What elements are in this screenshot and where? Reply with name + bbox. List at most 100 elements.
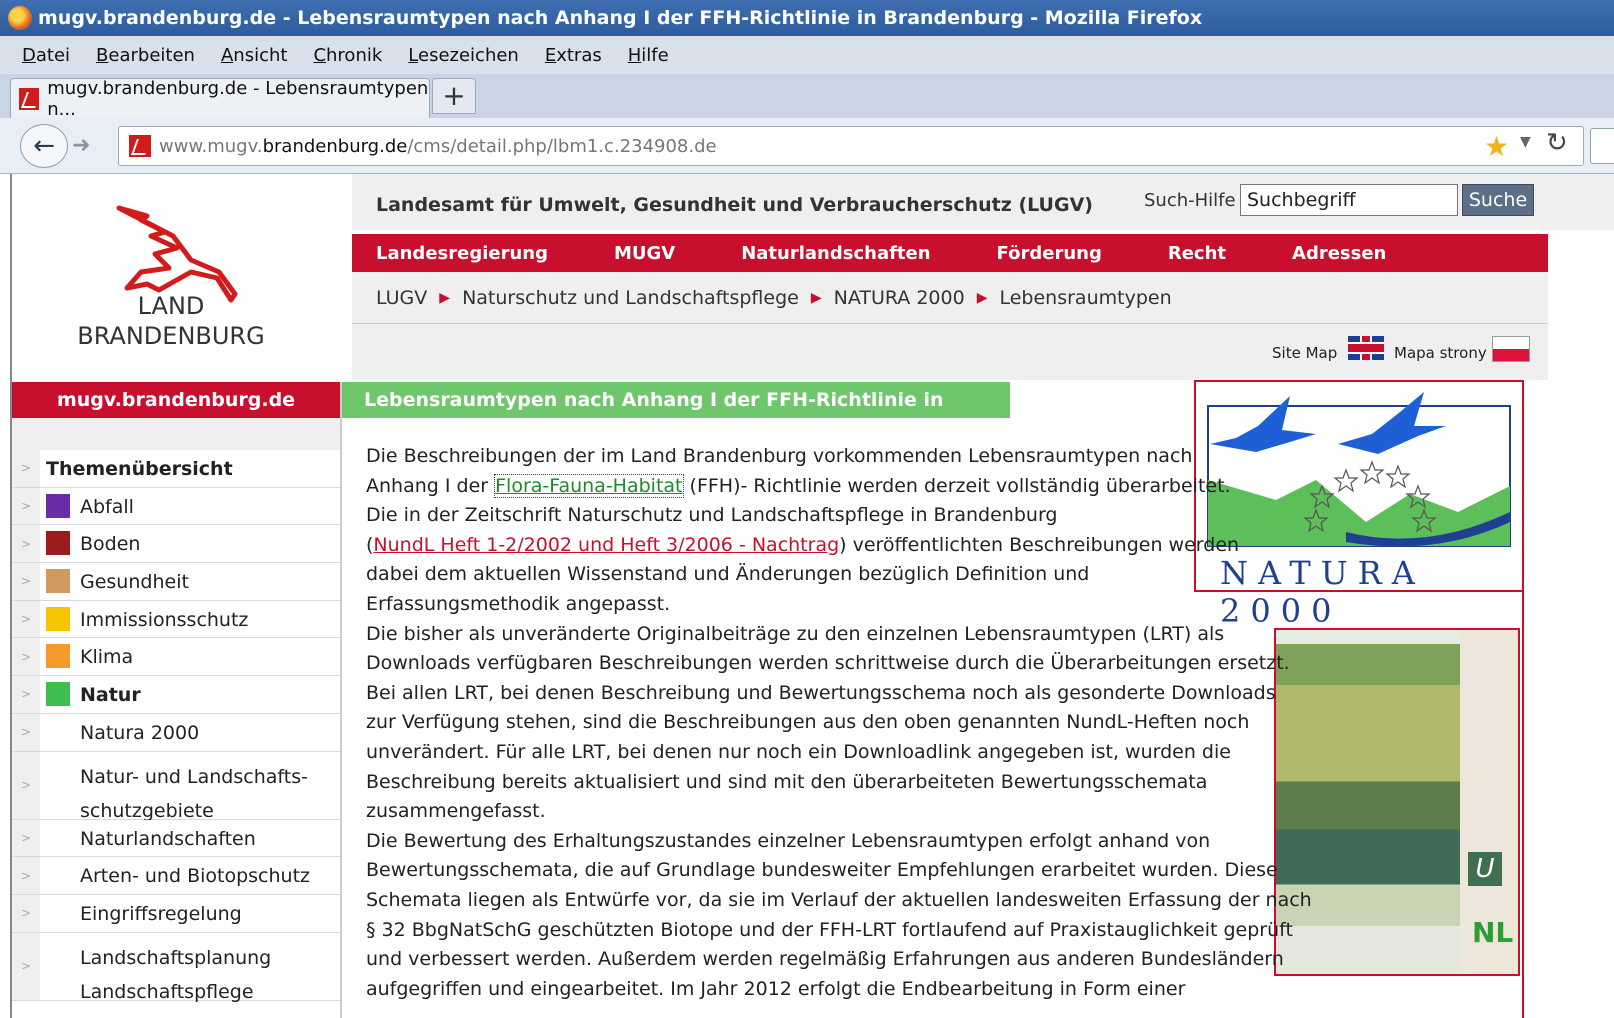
sidebar-item-abfall[interactable]: > Abfall (12, 487, 340, 526)
sidebar-item-naturlandschaften[interactable]: > Naturlandschaften (12, 819, 340, 858)
sidebar-header[interactable]: mugv.brandenburg.de (12, 382, 340, 418)
sidebar-item-label: Natur- und Landschafts-schutzgebiete (80, 760, 308, 828)
nav-adressen[interactable]: Adressen (1292, 243, 1386, 264)
sidebar-nav: > Themenübersicht > Abfall > Boden > Ges… (12, 450, 340, 1003)
mapa-strony-link[interactable]: Mapa strony (1394, 344, 1487, 362)
site-map-link[interactable]: Site Map (1272, 344, 1337, 362)
color-swatch (46, 569, 70, 594)
sidebar-item-label: Arten- und Biotopschutz (80, 865, 310, 888)
search-help-link[interactable]: Such-Hilfe (1144, 190, 1236, 211)
menu-chronik[interactable]: Chronik (313, 45, 382, 66)
logo-text-brandenburg: BRANDENBURG (77, 322, 265, 350)
menu-bar: Datei Bearbeiten Ansicht Chronik Lesezei… (0, 36, 1614, 74)
search-button[interactable]: Suche (1462, 184, 1534, 216)
chevron-right-icon: > (12, 638, 40, 676)
chevron-right-icon: > (12, 894, 40, 932)
sidebar-item-natura-2000[interactable]: > Natura 2000 (12, 713, 340, 752)
text-line: Die in der Zeitschrift Naturschutz und L… (366, 504, 1058, 527)
text-line: zur Verfügung stehen, sind die Beschreib… (366, 711, 1250, 734)
sidebar-item-label: Gesundheit (80, 571, 189, 594)
sidebar-item-label: Natura 2000 (80, 721, 200, 744)
nav-mugv[interactable]: MUGV (614, 243, 675, 264)
text-line: Bewertungsschemata, die auf Grundlage bu… (366, 859, 1278, 882)
nav-naturlandschaften[interactable]: Naturlandschaften (741, 243, 930, 264)
history-dropdown-icon[interactable]: ▼ (1520, 134, 1531, 150)
sidebar-item-immissionsschutz[interactable]: > Immissionsschutz (12, 600, 340, 639)
nav-landesregierung[interactable]: Landesregierung (376, 243, 548, 264)
chevron-right-icon: > (12, 600, 40, 638)
menu-hilfe[interactable]: Hilfe (628, 45, 669, 66)
breadcrumb-natura2000[interactable]: NATURA 2000 (834, 287, 965, 309)
sidebar-item-klima[interactable]: > Klima (12, 638, 340, 677)
main-navigation: Landesregierung MUGV Naturlandschaften F… (352, 234, 1548, 272)
ffh-link[interactable]: Flora-Fauna-Habitat (494, 473, 684, 498)
sidebar-item-eingriffsregelung[interactable]: > Eingriffsregelung (12, 894, 340, 933)
text-line: unverändert. Für alle LRT, bei denen nur… (366, 740, 1231, 763)
page-title: Lebensraumtypen nach Anhang I der FFH-Ri… (342, 382, 1010, 447)
sidebar-item-landschaftsplanung[interactable]: > Landschaftsplanung Landschaftspflege (12, 932, 340, 1003)
label-line: Natur- und Landschafts- (80, 765, 308, 788)
label-line: Landschaftspflege (80, 980, 254, 1003)
text-line: Die Bewertung des Erhaltungszustandes ei… (366, 829, 1211, 852)
text-line: Downloads verfügbaren Beschreibungen wer… (366, 652, 1290, 675)
color-swatch (46, 531, 70, 556)
sidebar-item-schutzgebiete[interactable]: > Natur- und Landschafts-schutzgebiete (12, 751, 340, 822)
breadcrumb-naturschutz[interactable]: Naturschutz und Landschaftspflege (462, 287, 799, 309)
navigation-toolbar: ← ➜ www.mugv. brandenburg.de/cms/detail.p… (0, 118, 1614, 174)
sidebar-spacer (12, 418, 340, 450)
sidebar-item-gesundheit[interactable]: > Gesundheit (12, 563, 340, 601)
sidebar-item-themenuebersicht[interactable]: > Themenübersicht (12, 450, 340, 488)
forward-button[interactable]: ➜ (72, 130, 106, 162)
menu-ansicht[interactable]: Ansicht (221, 45, 287, 66)
breadcrumb-lugv[interactable]: LUGV (376, 287, 427, 309)
menu-extras[interactable]: Extras (545, 45, 602, 66)
sidebar-item-artenschutz[interactable]: > Arten- und Biotopschutz (12, 857, 340, 895)
chevron-right-icon: > (12, 751, 40, 819)
sidebar-item-label: Klima (80, 646, 134, 669)
brandenburg-logo[interactable]: LAND BRANDENBURG (12, 174, 350, 382)
new-tab-button[interactable]: + (432, 78, 476, 114)
menu-lesezeichen[interactable]: Lesezeichen (408, 45, 519, 66)
bookmark-star-icon[interactable]: ★ (1484, 130, 1509, 163)
text-line: Bei allen LRT, bei denen Beschreibung un… (366, 681, 1276, 704)
text-line: Die Beschreibungen der im Land Brandenbu… (366, 445, 1193, 467)
text-fragment: (FFH)- Richtlinie werden derzeit vollstä… (683, 474, 1231, 497)
site-identity-icon[interactable] (129, 135, 151, 157)
breadcrumb-arrow-icon: ▶ (439, 289, 451, 306)
search-input[interactable] (1240, 184, 1458, 216)
text-line: zusammengefasst. (366, 800, 546, 823)
nundl-heft-link[interactable]: NundL Heft 1-2/2002 und Heft 3/2006 - Na… (373, 534, 839, 556)
search-engine-icon[interactable] (1590, 128, 1614, 164)
sidebar-item-label: Boden (80, 533, 141, 556)
breadcrumb-lebensraumtypen: Lebensraumtypen (999, 286, 1172, 309)
text-line: Schemata liegen als Entwürfe vor, da sie… (366, 888, 1312, 911)
nav-foerderung[interactable]: Förderung (997, 243, 1102, 264)
reload-icon[interactable]: ↻ (1546, 128, 1568, 158)
chevron-right-icon: > (12, 676, 40, 713)
web-page: LAND BRANDENBURG Landesamt für Umwelt, G… (10, 174, 1614, 1018)
label-line: Landschaftsplanung (80, 946, 272, 969)
url-prefix: www.mugv. (159, 135, 263, 157)
breadcrumb: LUGV ▶ Naturschutz und Landschaftspflege… (352, 272, 1548, 324)
uk-flag-icon[interactable] (1348, 336, 1384, 360)
sidebar-item-boden[interactable]: > Boden (12, 525, 340, 564)
right-border (1522, 592, 1524, 1018)
poland-flag-icon[interactable] (1492, 336, 1530, 362)
nl-logo-text: NL (1472, 916, 1514, 949)
breadcrumb-arrow-icon: ▶ (976, 289, 988, 306)
url-bar[interactable]: www.mugv. brandenburg.de/cms/detail.php/l… (118, 126, 1584, 166)
text-fragment: Anhang I der (366, 474, 495, 497)
window-title: mugv.brandenburg.de - Lebensraumtypen na… (38, 7, 1203, 29)
text-fragment: ) veröffentlichten Beschreibungen werden (839, 533, 1240, 556)
sidebar-item-natur[interactable]: > Natur (12, 676, 340, 714)
chevron-right-icon: > (12, 713, 40, 751)
chevron-right-icon: > (12, 487, 40, 525)
url-domain: brandenburg.de (262, 135, 408, 157)
nav-recht[interactable]: Recht (1168, 243, 1226, 264)
breadcrumb-arrow-icon: ▶ (810, 289, 822, 306)
browser-tab[interactable]: mugv.brandenburg.de - Lebensraumtypen n.… (10, 78, 430, 120)
menu-bearbeiten[interactable]: Bearbeiten (96, 45, 195, 66)
nundl-cover-image[interactable]: U NL (1274, 628, 1520, 976)
back-button[interactable]: ← (20, 124, 68, 168)
menu-datei[interactable]: Datei (22, 45, 70, 66)
